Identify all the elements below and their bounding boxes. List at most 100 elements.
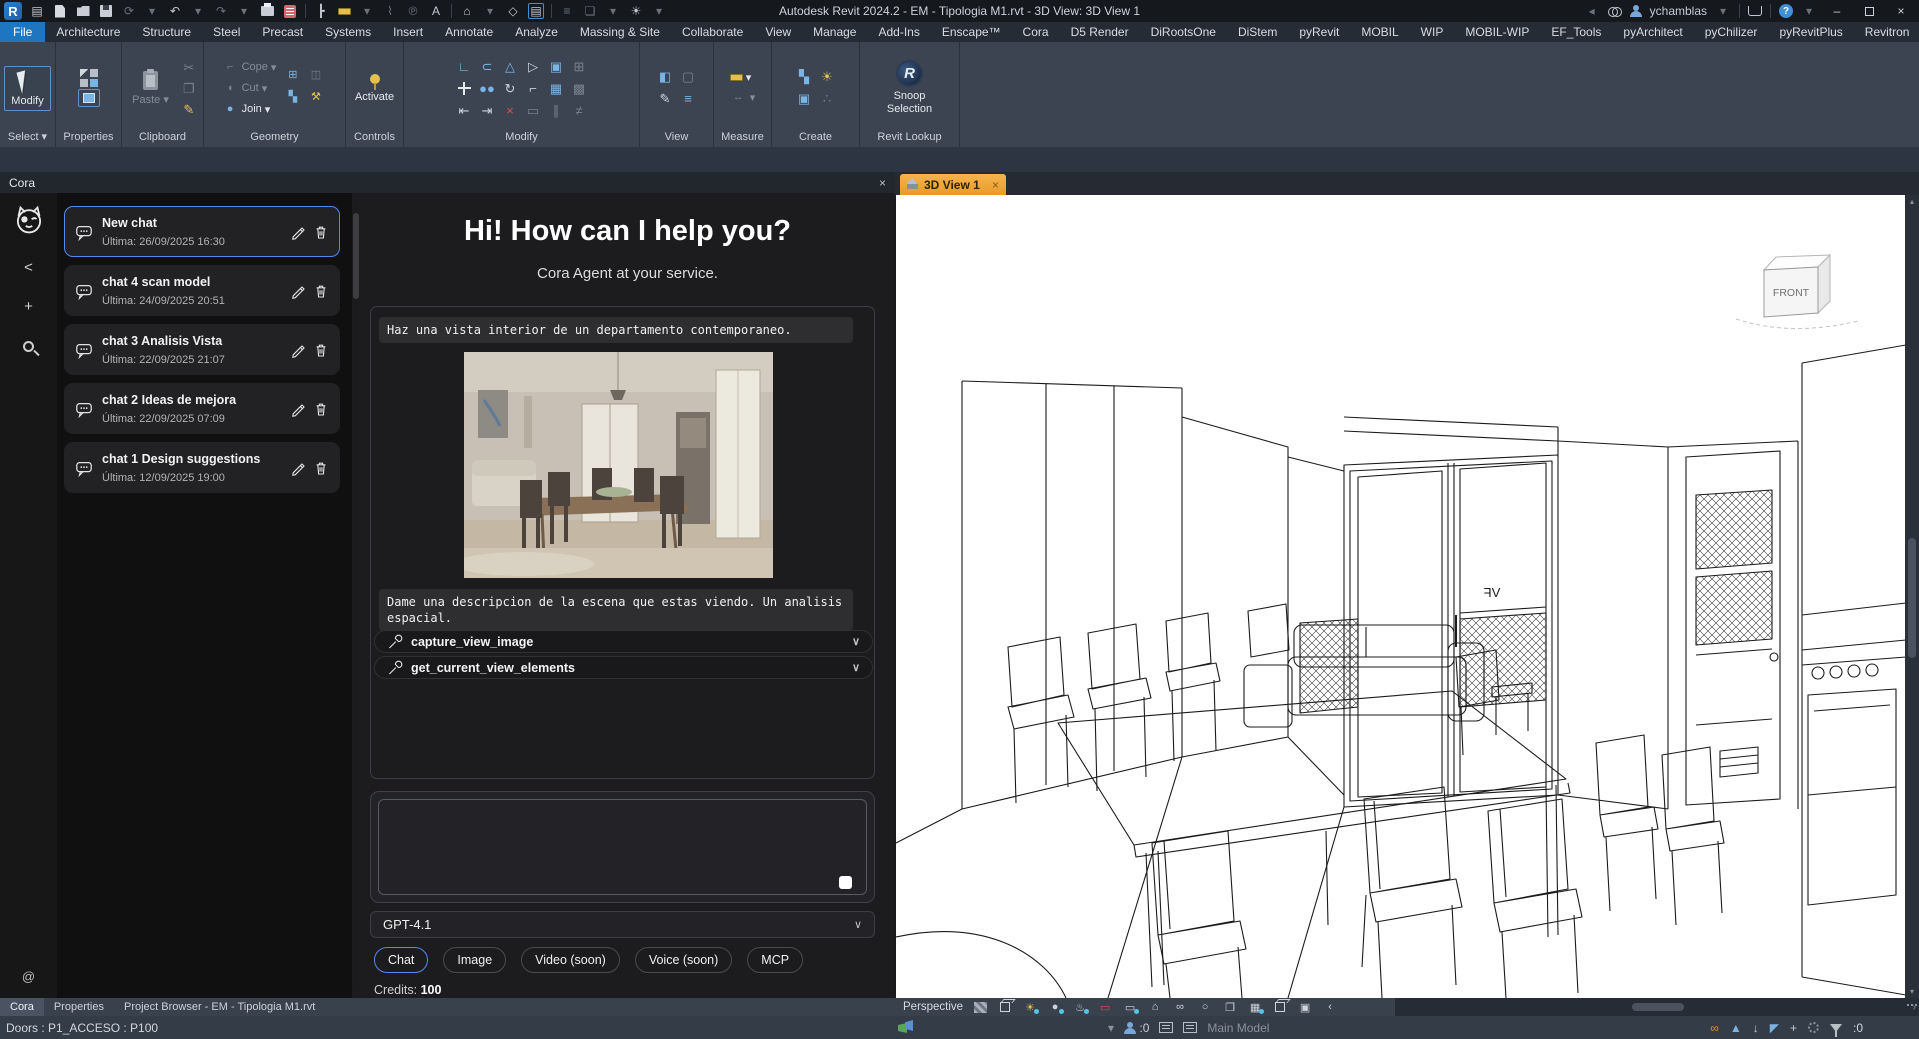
customize-qat-icon[interactable]: ▾: [651, 3, 667, 19]
beam-join-icon[interactable]: ⊞: [284, 67, 301, 83]
selection-filter-icon[interactable]: [1830, 1024, 1842, 1032]
mode-video-button[interactable]: Video (soon): [521, 947, 620, 973]
edit-linked-icon[interactable]: ▲: [1730, 1021, 1742, 1035]
split-face-icon[interactable]: ▚: [284, 89, 301, 105]
tab-cora[interactable]: Cora: [1012, 22, 1060, 42]
app-store-cart-icon[interactable]: [1748, 6, 1762, 16]
tab-pyrevit[interactable]: pyRevit: [1288, 22, 1350, 42]
detail-level-icon[interactable]: [972, 1000, 988, 1014]
resize-grip[interactable]: [1907, 1004, 1917, 1006]
minimize-button[interactable]: –: [1825, 2, 1849, 20]
new-file-icon[interactable]: [52, 3, 68, 19]
rotate-icon[interactable]: ↻: [500, 79, 520, 98]
tab-d5-render[interactable]: D5 Render: [1060, 22, 1140, 42]
switch-windows-icon[interactable]: ❏: [582, 3, 598, 19]
delete-icon[interactable]: ×: [500, 101, 520, 120]
worksets-dropdown-icon[interactable]: ▾: [1108, 1021, 1114, 1035]
cora-panel-close-icon[interactable]: ×: [879, 176, 886, 190]
vertical-scroll-thumb[interactable]: [1908, 538, 1916, 658]
tool-call-capture-view-image[interactable]: capture_view_image ∨: [374, 630, 873, 653]
chat-item-new-chat[interactable]: New chat Última: 26/09/2025 16:30: [64, 206, 340, 257]
tab-analyze[interactable]: Analyze: [504, 22, 569, 42]
measure-tool-icon[interactable]: ▾: [730, 71, 756, 84]
wall-join-icon[interactable]: ◫: [307, 67, 324, 83]
cora-panel-title-bar[interactable]: Cora ×: [0, 172, 895, 193]
unpin-icon[interactable]: ▭: [523, 101, 543, 120]
home-dropdown-icon[interactable]: ▾: [482, 3, 498, 19]
close-view-icon[interactable]: ×: [992, 178, 999, 192]
panel-controls-label[interactable]: Controls: [346, 130, 403, 147]
tab-ef-tools[interactable]: EF_Tools: [1540, 22, 1612, 42]
active-design-option[interactable]: Main Model: [1207, 1021, 1269, 1035]
exclude-options-icon[interactable]: ∞: [1710, 1021, 1719, 1035]
collapse-sidebar-icon[interactable]: <: [24, 259, 33, 276]
move-icon[interactable]: [454, 79, 474, 98]
panel-properties-label[interactable]: Properties: [56, 130, 121, 147]
sun-path-icon[interactable]: ☀: [1022, 1000, 1038, 1014]
close-inactive-views-icon[interactable]: ▤: [528, 3, 544, 19]
panel-create-label[interactable]: Create: [772, 130, 859, 147]
chat-item-4[interactable]: chat 4 scan model Última: 24/09/2025 20:…: [64, 265, 340, 316]
tab-pyarchitect[interactable]: pyArchitect: [1612, 22, 1693, 42]
new-chat-icon[interactable]: +: [24, 298, 33, 315]
crop-view-off-icon[interactable]: ▭: [1097, 1000, 1113, 1014]
split-with-gap-icon[interactable]: ⊞: [569, 57, 589, 76]
tape-measure-icon[interactable]: [336, 3, 352, 19]
panel-measure-label[interactable]: Measure: [714, 130, 771, 147]
dock-tab-project-browser[interactable]: Project Browser - EM - Tipologia M1.rvt: [114, 998, 325, 1016]
tab-collaborate[interactable]: Collaborate: [671, 22, 754, 42]
tab-wip[interactable]: WIP: [1410, 22, 1455, 42]
dock-tab-cora[interactable]: Cora: [0, 998, 44, 1016]
create-assembly-icon[interactable]: ☀: [817, 67, 837, 86]
panel-select-label[interactable]: Select ▾: [0, 130, 55, 147]
help-icon[interactable]: ?: [1779, 4, 1793, 18]
collapse-bar-icon[interactable]: ‹: [1322, 1000, 1338, 1014]
split-element-icon[interactable]: ▣: [546, 57, 566, 76]
switch-windows-dropdown-icon[interactable]: ▾: [605, 3, 621, 19]
mirror-axis-icon[interactable]: △: [500, 57, 520, 76]
trim-extend-single-icon[interactable]: ⇥: [477, 101, 497, 120]
measure-wall-icon[interactable]: ┣: [313, 3, 329, 19]
dock-tab-properties[interactable]: Properties: [44, 998, 114, 1016]
undo-dropdown-icon[interactable]: ▾: [190, 3, 206, 19]
render-icon[interactable]: ♨: [1072, 1000, 1088, 1014]
rename-chat-icon[interactable]: [290, 283, 306, 299]
tab-enscape[interactable]: Enscape™: [931, 22, 1012, 42]
panel-geometry-label[interactable]: Geometry: [204, 130, 345, 147]
reveal-hidden-elements-icon[interactable]: ∞: [1172, 1000, 1188, 1014]
design-options-icon[interactable]: [1183, 1022, 1197, 1033]
sync-dropdown-icon[interactable]: ▾: [144, 3, 160, 19]
array-icon[interactable]: ⌐: [523, 79, 543, 98]
create-similar-icon[interactable]: ∴: [817, 89, 837, 108]
search-chats-icon[interactable]: [23, 341, 34, 352]
reveal-lines-icon[interactable]: ≡: [678, 89, 698, 108]
save-orientation-icon[interactable]: ❐: [1222, 1000, 1238, 1014]
editing-requests-count[interactable]: :0: [1124, 1021, 1149, 1035]
mode-voice-button[interactable]: Voice (soon): [635, 947, 732, 973]
close-button[interactable]: ×: [1889, 2, 1913, 20]
delete-chat-icon[interactable]: [313, 401, 329, 417]
tab-view[interactable]: View: [754, 22, 802, 42]
worksharing-display-icon[interactable]: ▦: [1247, 1000, 1263, 1014]
cut-geometry-button[interactable]: ◖Cut ▾: [222, 80, 277, 96]
tool-call-get-current-view-elements[interactable]: get_current_view_elements ∨: [374, 656, 873, 679]
tab-mobil[interactable]: MOBIL: [1350, 22, 1409, 42]
open-file-icon[interactable]: [75, 3, 91, 19]
chat-item-1[interactable]: chat 1 Design suggestions Última: 12/09/…: [64, 442, 340, 493]
edit-profile-icon[interactable]: ≠: [569, 101, 589, 120]
redo-dropdown-icon[interactable]: ▾: [236, 3, 252, 19]
tab-distem[interactable]: DiStem: [1227, 22, 1288, 42]
tab-add-ins[interactable]: Add-Ins: [867, 22, 930, 42]
mirror-draw-icon[interactable]: ▷: [523, 57, 543, 76]
split-parts-icon[interactable]: ∥: [546, 101, 566, 120]
tape-dropdown-icon[interactable]: ▾: [359, 3, 375, 19]
scale-icon[interactable]: ▦: [546, 79, 566, 98]
trim-extend-corner-icon[interactable]: ⇤: [454, 101, 474, 120]
signed-in-user[interactable]: ychamblas: [1650, 4, 1707, 18]
linework-icon[interactable]: ✎: [655, 89, 675, 108]
tag-icon[interactable]: ℗: [405, 3, 421, 19]
exclude-elements-icon[interactable]: ◤: [1770, 1021, 1779, 1035]
search-icon[interactable]: [1608, 7, 1622, 16]
temporary-hide-isolate-icon[interactable]: ○: [1197, 1000, 1213, 1014]
tab-massing-site[interactable]: Massing & Site: [569, 22, 671, 42]
